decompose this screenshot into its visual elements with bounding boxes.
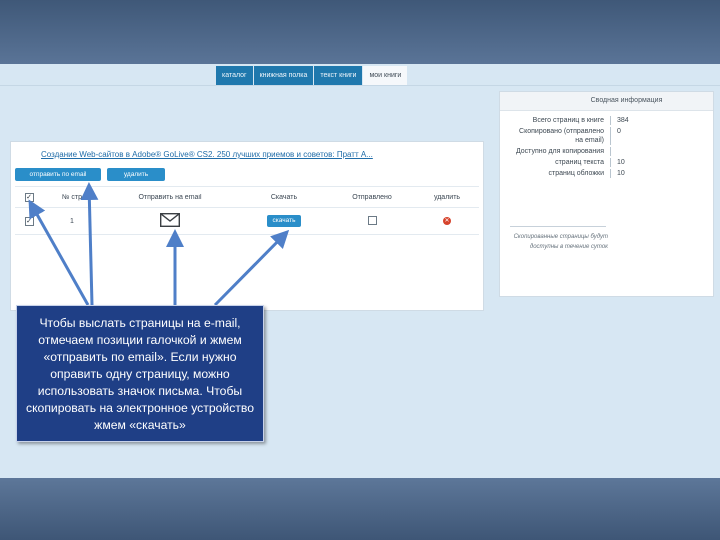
- header-send-email: Отправить на email: [138, 193, 202, 201]
- summary-label: Доступно для копирования: [512, 147, 611, 156]
- select-all-checkbox[interactable]: ✓: [24, 192, 34, 202]
- row-download: скачать: [239, 215, 329, 227]
- tab-divider: [0, 85, 720, 86]
- header-select-all[interactable]: ✓: [15, 192, 43, 202]
- my-books-panel: Создание Web-сайтов в Adobe® GoLive® CS2…: [10, 141, 484, 311]
- summary-value: 0: [617, 128, 621, 135]
- tab-book-text[interactable]: текст книги: [314, 66, 364, 85]
- header-delete: удалить: [433, 193, 461, 201]
- row-sent: [329, 215, 415, 227]
- tab-bookshelf[interactable]: книжная полка: [253, 66, 315, 85]
- row-select[interactable]: ✓: [15, 216, 43, 226]
- summary-label: страниц текста: [512, 158, 611, 167]
- summary-label: Всего страниц в книге: [512, 116, 611, 125]
- row-send-email[interactable]: [101, 213, 239, 229]
- summary-row: страниц обложки 10: [512, 169, 702, 178]
- send-email-button[interactable]: отправить по email: [15, 168, 101, 181]
- table-header-row: ✓ № стр Отправить на email Скачать Отпра…: [15, 186, 479, 208]
- download-button[interactable]: скачать: [266, 215, 302, 227]
- tab-catalog[interactable]: каталог: [216, 66, 254, 85]
- delete-button[interactable]: удалить: [107, 168, 165, 181]
- summary-card: Сводная информация Всего страниц в книге…: [499, 91, 714, 297]
- slide-top-band: [0, 0, 720, 64]
- header-page: № стр: [61, 193, 83, 201]
- summary-note: Скопированные страницы будут доступны в …: [513, 234, 608, 250]
- summary-row: Скопировано (отправлено на email) 0: [512, 127, 702, 145]
- delete-icon[interactable]: ✕: [443, 217, 451, 225]
- header-download: Скачать: [270, 193, 298, 201]
- summary-row: Доступно для копирования: [512, 147, 702, 156]
- summary-rows: Всего страниц в книге 384 Скопировано (о…: [512, 116, 702, 180]
- pages-table: ✓ № стр Отправить на email Скачать Отпра…: [15, 186, 479, 235]
- summary-row: страниц текста 10: [512, 158, 702, 167]
- summary-label: Скопировано (отправлено на email): [512, 127, 611, 145]
- tab-my-books[interactable]: мои книги: [363, 66, 408, 85]
- summary-divider: [510, 226, 606, 227]
- summary-value: 10: [617, 159, 625, 166]
- summary-value: [611, 147, 617, 156]
- sent-checkbox: [367, 215, 377, 225]
- row-delete: ✕: [415, 217, 479, 225]
- book-title-link[interactable]: Создание Web-сайтов в Adobe® GoLive® CS2…: [41, 150, 373, 159]
- nav-tabs: каталог книжная полка текст книги мои кн…: [216, 66, 408, 85]
- header-sent: Отправлено: [352, 193, 392, 201]
- table-row: ✓ 1 скачать ✕: [15, 208, 479, 235]
- envelope-icon[interactable]: [160, 213, 180, 227]
- instruction-callout: Чтобы выслать страницы на e-mail, отмеча…: [16, 305, 264, 442]
- row-page-number: 1: [70, 217, 74, 225]
- summary-label: страниц обложки: [512, 169, 611, 178]
- slide-bottom-band: [0, 478, 720, 540]
- row-checkbox[interactable]: ✓: [24, 216, 34, 226]
- summary-value: 10: [617, 170, 625, 177]
- summary-title: Сводная информация: [500, 92, 713, 111]
- summary-value: 384: [617, 117, 629, 124]
- summary-row: Всего страниц в книге 384: [512, 116, 702, 125]
